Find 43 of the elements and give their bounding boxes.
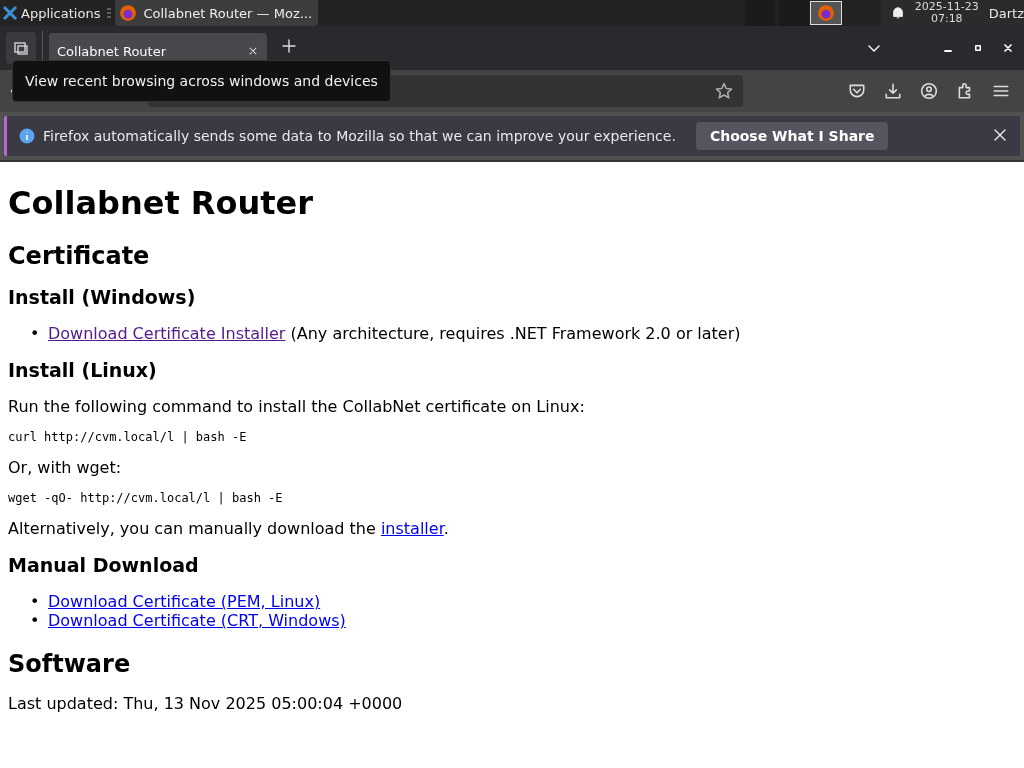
link[interactable]: Download Certificate (PEM, Linux) (48, 592, 321, 611)
code-line: curl http://cvm.local/l | bash -E (8, 430, 248, 444)
notification-message: Firefox automatically sends some data to Mozilla so that we can improve your experience. (43, 128, 676, 144)
bullet: • (30, 324, 41, 343)
download-icon[interactable] (884, 82, 902, 100)
view-recent-button[interactable] (6, 32, 36, 64)
app-menu-icon[interactable] (2, 5, 18, 21)
maximize-icon[interactable] (972, 42, 984, 54)
star-icon[interactable] (715, 82, 733, 100)
windows-icon (13, 40, 29, 56)
browser-logo-icon (119, 4, 138, 22)
link[interactable]: Download Certificate (CRT, Windows) (48, 611, 346, 630)
section-heading: Software (8, 650, 132, 678)
bell-icon[interactable] (890, 6, 905, 20)
paragraph: Run the following command to install the CollabNet certificate on Linux: (8, 397, 586, 416)
handle-icon (107, 7, 112, 19)
applications-menu[interactable]: Applications (21, 5, 101, 21)
clock[interactable]: 2025-11-23 07:18 (914, 1, 979, 25)
subsection-heading: Install (Windows) (8, 286, 197, 308)
choose-what-i-share-button[interactable]: Choose What I Share (695, 122, 889, 150)
paragraph: Last updated: Thu, 13 Nov 2025 05:00:04 +0000 (8, 694, 404, 713)
subsection-heading: Install (Linux) (8, 359, 158, 381)
firefox-tray-icon[interactable] (809, 1, 842, 25)
paragraph: Alternatively, you can manually download the installer. (8, 519, 450, 538)
link[interactable]: Download Certificate Installer (48, 324, 286, 343)
list-item-text: Download Certificate Installer (Any architecture, requires .NET Framework 2.0 or later) (48, 324, 741, 343)
account-icon[interactable] (920, 82, 938, 100)
code-line: wget -qO- http://cvm.local/l | bash -E (8, 491, 284, 505)
link[interactable]: installer (380, 519, 444, 538)
info-icon (19, 128, 35, 144)
window-button[interactable]: Collabnet Router — Moz... (115, 0, 319, 26)
user-name[interactable]: Dartz (988, 5, 1024, 21)
paragraph: Or, with wget: (8, 458, 123, 477)
section-heading: Certificate (8, 242, 151, 270)
tooltip: View recent browsing across windows and devices (12, 60, 391, 102)
bullet: • (30, 611, 41, 630)
subsection-heading: Manual Download (8, 554, 200, 576)
new-tab-icon[interactable] (281, 38, 297, 54)
pocket-icon[interactable] (848, 82, 866, 100)
bullet: • (30, 592, 41, 611)
page-title: Collabnet Router (8, 184, 314, 222)
close-icon[interactable] (247, 45, 259, 57)
close-icon[interactable] (1002, 42, 1014, 54)
